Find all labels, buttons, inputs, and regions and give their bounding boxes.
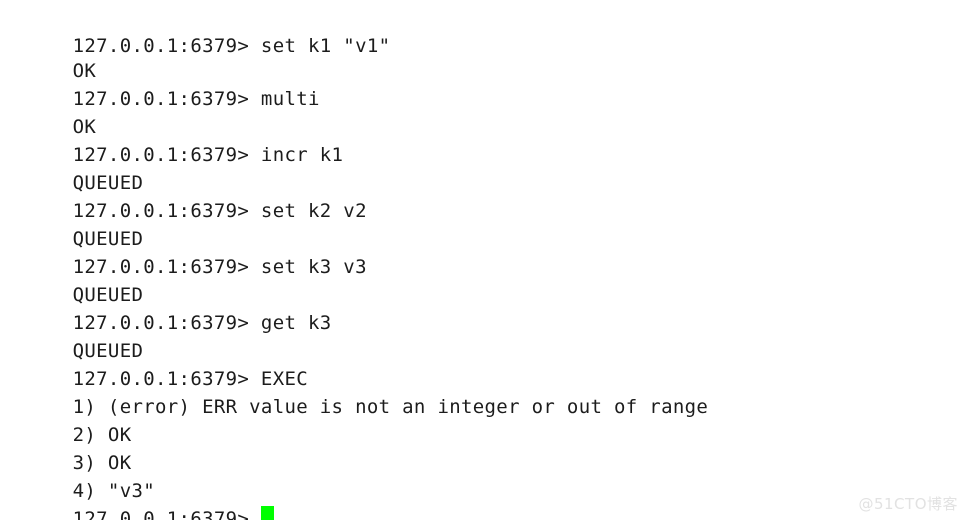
terminal-line-text: 127.0.0.1:6379> EXEC [72,368,309,390]
terminal-line: 127.0.0.1:6379> set k3 v3 [2,225,966,278]
terminal-window: 127.0.0.1:6379> set k1 "v1" OK 127.0.0.1… [0,0,966,520]
terminal-line: 127.0.0.1:6379> EXEC [2,337,966,390]
terminal-line-text: OK [72,116,97,138]
terminal-line: 3) OK [2,421,966,474]
terminal-line-text: 4) "v3" [72,480,156,502]
terminal-line-text: 1) (error) ERR value is not an integer o… [72,396,709,418]
terminal-line: 4) "v3" [2,449,966,502]
terminal-line-text: OK [72,60,97,82]
terminal-line: 127.0.0.1:6379> set k1 "v1" [2,0,966,57]
terminal-line-text: 127.0.0.1:6379> set k2 v2 [72,200,367,222]
terminal-line-text: QUEUED [72,172,144,194]
terminal-line-text: 127.0.0.1:6379> set k1 "v1" [72,35,391,57]
terminal-line: 127.0.0.1:6379> set k2 v2 [2,169,966,222]
terminal-line-text: QUEUED [72,340,144,362]
terminal-line-text: 127.0.0.1:6379> get k3 [72,312,332,334]
terminal-line-text: 127.0.0.1:6379> set k3 v3 [72,256,367,278]
terminal-line-text: 3) OK [72,452,132,474]
terminal-prompt-text: 127.0.0.1:6379> [72,508,261,520]
terminal-line-text: 127.0.0.1:6379> incr k1 [72,144,344,166]
terminal-line-text: 127.0.0.1:6379> multi [72,88,320,110]
terminal-line-text: 2) OK [72,424,132,446]
terminal-line-text: QUEUED [72,284,144,306]
terminal-cursor [260,506,274,520]
terminal-output[interactable]: 127.0.0.1:6379> set k1 "v1" OK 127.0.0.1… [2,0,966,520]
terminal-line: 127.0.0.1:6379> get k3 [2,281,966,334]
watermark-label: @51CTO博客 [858,495,958,513]
terminal-line: 127.0.0.1:6379> incr k1 [2,113,966,166]
terminal-line: 127.0.0.1:6379> multi [2,57,966,110]
terminal-line-text: QUEUED [72,228,144,250]
